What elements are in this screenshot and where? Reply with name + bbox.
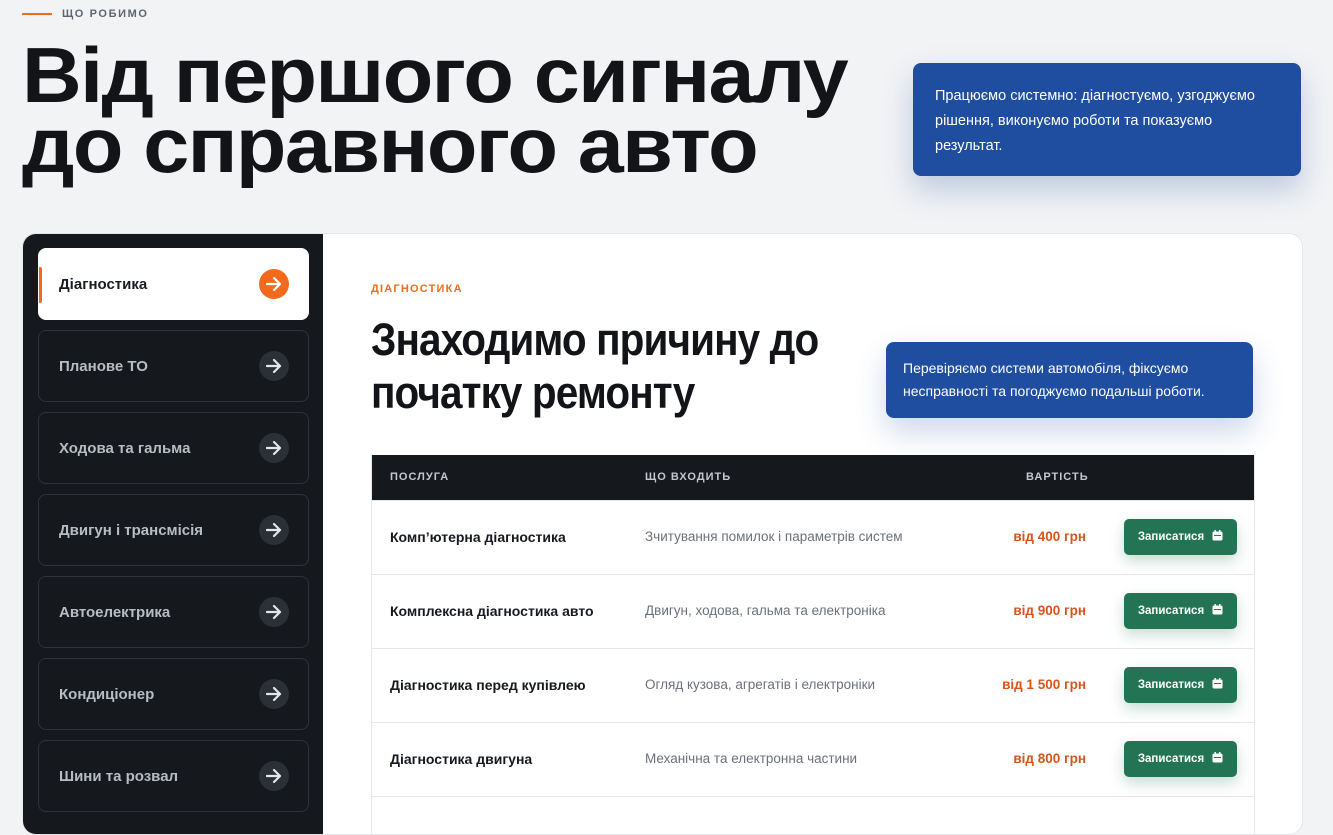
table-row: Комп’ютерна діагностика Зчитування помил…	[372, 500, 1254, 574]
service-description: Механічна та електронна частини	[645, 751, 858, 766]
page-title: Від першого сигналу до справного авто	[22, 31, 849, 189]
services-panel: Діагностика Планове ТО Ходова та гальма …	[22, 233, 1303, 835]
eyebrow-line	[22, 13, 52, 15]
sidebar-item-scheduled-maintenance[interactable]: Планове ТО	[38, 330, 309, 402]
arrow-right-icon	[259, 597, 289, 627]
price-table: ПОСЛУГА ЩО ВХОДИТЬ ВАРТІСТЬ Комп’ютерна …	[371, 455, 1255, 834]
calendar-icon	[1212, 530, 1223, 544]
book-button-label: Записатися	[1137, 753, 1205, 765]
sidebar-item-label: Двигун і трансмісія	[59, 521, 204, 539]
arrow-right-icon	[259, 269, 289, 299]
service-price: від 1 500 грн	[1002, 677, 1086, 692]
sidebar-item-label: Діагностика	[59, 275, 148, 293]
service-description: Зчитування помилок і параметрів систем	[645, 529, 903, 544]
column-header-service: ПОСЛУГА	[390, 471, 450, 483]
book-button-label: Записатися	[1137, 679, 1205, 691]
section-title: Знаходимо причину до початку ремонту	[371, 313, 821, 419]
service-description: Двигун, ходова, гальма та електроніка	[645, 603, 886, 618]
service-name: Комплексна діагностика авто	[390, 603, 594, 619]
service-name: Комп’ютерна діагностика	[390, 529, 566, 545]
sidebar-item-air-conditioning[interactable]: Кондиціонер	[38, 658, 309, 730]
service-price: від 400 грн	[1013, 529, 1086, 544]
book-button[interactable]: Записатися	[1124, 667, 1237, 703]
book-button-label: Записатися	[1137, 605, 1205, 617]
sidebar-item-label: Кондиціонер	[59, 685, 155, 703]
sidebar-item-auto-electrics[interactable]: Автоелектрика	[38, 576, 309, 648]
sidebar-item-tires-alignment[interactable]: Шини та розвал	[38, 740, 309, 812]
service-price: від 800 грн	[1013, 751, 1086, 766]
page-title-line-2: до справного авто	[22, 101, 759, 189]
calendar-icon	[1212, 604, 1223, 618]
sidebar-item-label: Шини та розвал	[59, 767, 179, 785]
table-row-partial	[372, 796, 1254, 834]
book-button[interactable]: Записатися	[1124, 519, 1237, 555]
arrow-right-icon	[259, 433, 289, 463]
column-header-price: ВАРТІСТЬ	[1026, 471, 1089, 483]
services-sidebar: Діагностика Планове ТО Ходова та гальма …	[23, 234, 323, 834]
page-title-line-1: Від першого сигналу	[22, 31, 849, 119]
service-details: ДІАГНОСТИКА Знаходимо причину до початку…	[323, 234, 1302, 834]
arrow-right-icon	[259, 679, 289, 709]
sidebar-item-label: Автоелектрика	[59, 603, 171, 621]
eyebrow-text: ЩО РОБИМО	[62, 8, 149, 20]
service-name: Діагностика двигуна	[390, 751, 533, 767]
calendar-icon	[1212, 752, 1223, 766]
section-eyebrow: ЩО РОБИМО	[22, 8, 149, 20]
arrow-right-icon	[259, 761, 289, 791]
sidebar-item-suspension-brakes[interactable]: Ходова та гальма	[38, 412, 309, 484]
calendar-icon	[1212, 678, 1223, 692]
intro-card: Працюємо системно: діагностуємо, узгоджу…	[913, 63, 1301, 176]
table-header: ПОСЛУГА ЩО ВХОДИТЬ ВАРТІСТЬ	[372, 455, 1254, 500]
sidebar-item-engine-transmission[interactable]: Двигун і трансмісія	[38, 494, 309, 566]
table-row: Діагностика двигуна Механічна та електро…	[372, 722, 1254, 796]
service-price: від 900 грн	[1013, 603, 1086, 618]
table-row: Діагностика перед купівлею Огляд кузова,…	[372, 648, 1254, 722]
service-name: Діагностика перед купівлею	[390, 677, 586, 693]
table-row: Комплексна діагностика авто Двигун, ходо…	[372, 574, 1254, 648]
section-title-line-1: Знаходимо причину до	[371, 314, 819, 365]
book-button[interactable]: Записатися	[1124, 593, 1237, 629]
sidebar-item-label: Планове ТО	[59, 357, 148, 375]
service-description: Огляд кузова, агрегатів і електроніки	[645, 677, 876, 692]
section-label: ДІАГНОСТИКА	[371, 283, 463, 295]
sidebar-item-diagnostics[interactable]: Діагностика	[38, 248, 309, 320]
arrow-right-icon	[259, 351, 289, 381]
book-button-label: Записатися	[1137, 531, 1205, 543]
column-header-includes: ЩО ВХОДИТЬ	[645, 471, 732, 483]
section-title-line-2: початку ремонту	[371, 367, 695, 418]
book-button[interactable]: Записатися	[1124, 741, 1237, 777]
sidebar-item-label: Ходова та гальма	[59, 439, 191, 457]
arrow-right-icon	[259, 515, 289, 545]
section-note-card: Перевіряємо системи автомобіля, фіксуємо…	[886, 342, 1253, 418]
